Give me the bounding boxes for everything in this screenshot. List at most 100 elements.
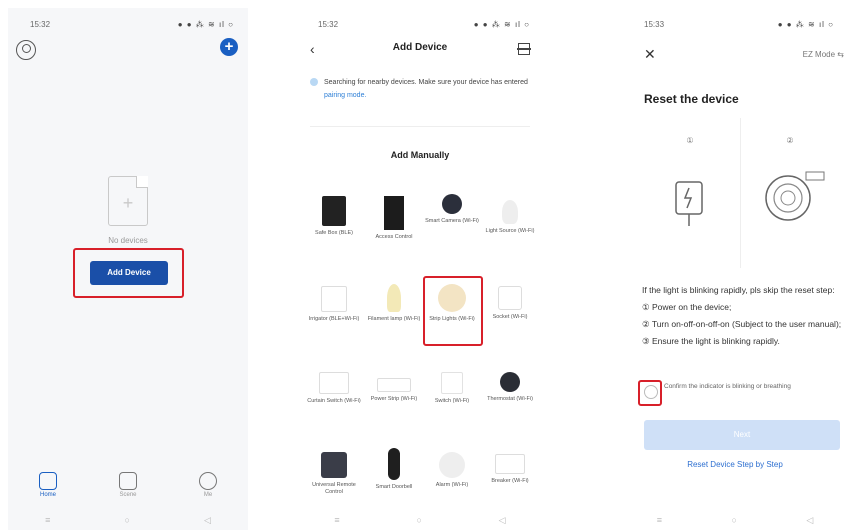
- status-bar: 15:32 ● ● ⁂ ≋ ıl ○: [8, 20, 248, 32]
- pane-divider: [740, 118, 741, 268]
- device-label: Safe Box (BLE): [315, 230, 353, 236]
- divider: [310, 126, 530, 127]
- device-alarm[interactable]: Alarm (Wi-Fi): [424, 452, 480, 489]
- reset-instructions: If the light is blinking rapidly, pls sk…: [642, 282, 842, 350]
- device-filament-lamp[interactable]: Filament lamp (Wi-Fi): [366, 284, 422, 323]
- device-thermostat[interactable]: Thermostat (Wi-Fi): [482, 372, 538, 403]
- breaker-icon: [495, 454, 525, 474]
- status-bar: 15:32 ● ● ⁂ ≋ ıl ○: [296, 20, 544, 32]
- doorbell-icon: [388, 448, 400, 480]
- status-icons: ● ● ⁂ ≋ ıl ○: [777, 20, 834, 29]
- menu-nav-icon[interactable]: ≡: [45, 515, 50, 525]
- highlight-frame: [423, 276, 483, 346]
- device-irrigator[interactable]: Irrigator (BLE+Wi-Fi): [306, 286, 362, 323]
- instruction-line: ② Turn on-off-on-off-on (Subject to the …: [642, 319, 842, 329]
- page-title: Add Device: [392, 42, 448, 53]
- alarm-icon: [439, 452, 465, 478]
- device-label: Filament lamp (Wi-Fi): [367, 316, 421, 322]
- device-power-strip[interactable]: Power Strip (Wi-Fi): [366, 372, 422, 403]
- bulb-icon: [502, 200, 518, 224]
- access-control-icon: [384, 196, 404, 230]
- status-icons: ● ● ⁂ ≋ ıl ○: [473, 20, 530, 29]
- me-icon: [199, 472, 217, 490]
- pairing-mode-link[interactable]: pairing mode.: [324, 92, 366, 99]
- instruction-line: ③ Ensure the light is blinking rapidly.: [642, 336, 780, 346]
- device-universal-remote[interactable]: Universal Remote Control: [306, 452, 362, 496]
- device-light-source[interactable]: Light Source (Wi-Fi): [482, 196, 538, 235]
- reset-step-power: ①: [642, 126, 738, 266]
- device-label: Power Strip (Wi-Fi): [370, 396, 418, 402]
- device-breaker[interactable]: Breaker (Wi-Fi): [482, 454, 538, 485]
- home-screen: 15:32 ● ● ⁂ ≋ ıl ○ + + No devices Add De…: [8, 8, 248, 530]
- back-nav-icon[interactable]: ◁: [204, 515, 211, 526]
- searching-banner: Searching for nearby devices. Make sure …: [310, 76, 534, 102]
- menu-nav-icon[interactable]: ≡: [334, 515, 339, 525]
- status-icons: ● ● ⁂ ≋ ıl ○: [177, 20, 234, 29]
- device-label: Breaker (Wi-Fi): [491, 478, 529, 484]
- system-nav-bar: ≡ ○ ◁: [8, 510, 248, 530]
- empty-file-icon: +: [108, 176, 148, 226]
- home-nav-icon[interactable]: ○: [124, 515, 129, 525]
- device-curtain-switch[interactable]: Curtain Switch (Wi-Fi): [306, 372, 362, 405]
- device-label: Smart Camera (Wi-Fi): [425, 218, 479, 224]
- home-icon: [39, 472, 57, 490]
- back-nav-icon[interactable]: ◁: [806, 515, 813, 526]
- tab-label: Scene: [119, 492, 137, 498]
- plug-icon: [675, 181, 703, 226]
- power-strip-icon: [377, 378, 411, 392]
- remote-icon: [321, 452, 347, 478]
- empty-state-text: No devices: [108, 236, 148, 245]
- menu-nav-icon[interactable]: ≡: [657, 515, 662, 525]
- tab-home[interactable]: Home: [23, 468, 73, 508]
- filament-lamp-icon: [387, 284, 401, 312]
- add-plus-icon[interactable]: +: [220, 38, 238, 56]
- home-nav-icon[interactable]: ○: [731, 515, 736, 525]
- scan-icon[interactable]: [517, 43, 531, 55]
- device-label: Light Source (Wi-Fi): [485, 228, 535, 234]
- switch-icon: [441, 372, 463, 394]
- tab-label: Me: [203, 492, 213, 498]
- device-socket[interactable]: Socket (Wi-Fi): [482, 286, 538, 321]
- system-nav-bar: ≡ ○ ◁: [296, 510, 544, 530]
- instruction-line: ① Power on the device;: [642, 302, 732, 312]
- profile-avatar-icon[interactable]: [16, 40, 36, 60]
- confirm-row[interactable]: Confirm the indicator is blinking or bre…: [642, 382, 842, 408]
- curtain-switch-icon: [319, 372, 349, 394]
- home-nav-icon[interactable]: ○: [416, 515, 421, 525]
- back-nav-icon[interactable]: ◁: [499, 515, 506, 526]
- status-time: 15:32: [318, 20, 339, 29]
- scene-icon: [119, 472, 137, 490]
- add-device-screen: 15:32 ● ● ⁂ ≋ ıl ○ ‹ Add Device Searchin…: [296, 8, 544, 530]
- status-time: 15:33: [644, 20, 665, 29]
- reset-step-by-step-link[interactable]: Reset Device Step by Step: [622, 460, 848, 469]
- device-smart-camera[interactable]: Smart Camera (Wi-Fi): [424, 188, 480, 225]
- device-label: Switch (Wi-Fi): [434, 398, 470, 404]
- tab-me[interactable]: Me: [183, 468, 233, 508]
- system-nav-bar: ≡ ○ ◁: [622, 510, 848, 530]
- ez-mode-toggle[interactable]: EZ Mode ⇆: [803, 50, 844, 59]
- device-access-control[interactable]: Access Control: [366, 196, 422, 241]
- bulb-icon: [765, 171, 825, 221]
- device-safe-box[interactable]: Safe Box (BLE): [306, 196, 362, 237]
- searching-icon: [310, 78, 318, 86]
- status-time: 15:32: [30, 20, 51, 29]
- device-label: Irrigator (BLE+Wi-Fi): [308, 316, 360, 322]
- device-label: Smart Doorbell: [375, 484, 413, 490]
- section-title: Add Manually: [390, 150, 450, 160]
- device-label: Thermostat (Wi-Fi): [487, 396, 533, 402]
- camera-icon: [442, 194, 462, 214]
- device-label: Socket (Wi-Fi): [492, 314, 528, 320]
- reset-device-screen: 15:33 ● ● ⁂ ≋ ıl ○ ✕ EZ Mode ⇆ Reset the…: [622, 8, 848, 530]
- tab-label: Home: [39, 492, 56, 498]
- reset-step-bulb: ②: [742, 126, 838, 266]
- add-device-button[interactable]: Add Device: [90, 261, 168, 285]
- page-title: Reset the device: [644, 92, 739, 106]
- instruction-line: If the light is blinking rapidly, pls sk…: [642, 285, 835, 295]
- device-label: Alarm (Wi-Fi): [435, 482, 469, 488]
- close-icon[interactable]: ✕: [644, 46, 656, 63]
- tab-scene[interactable]: Scene: [103, 468, 153, 508]
- device-switch[interactable]: Switch (Wi-Fi): [424, 372, 480, 405]
- next-button[interactable]: Next: [644, 420, 840, 450]
- highlight-frame: [638, 380, 662, 406]
- device-smart-doorbell[interactable]: Smart Doorbell: [366, 448, 422, 491]
